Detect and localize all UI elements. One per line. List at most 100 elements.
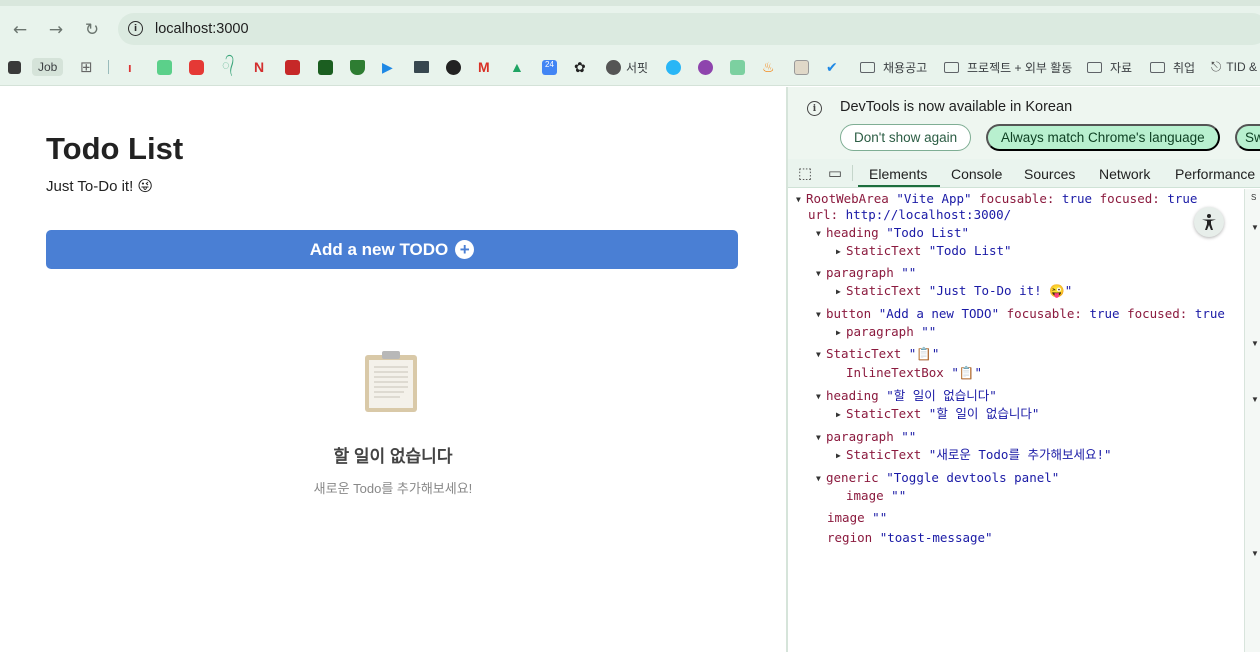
tree-node-generic[interactable]: ▼ generic "Toggle devtools panel" [816, 470, 1059, 487]
browser-chrome: ← → ↻ i localhost:3000 Job ⊞ ı ᭄ N ▶ M ▲… [0, 6, 1260, 86]
url-text[interactable]: localhost:3000 [155, 21, 249, 37]
google-drive-icon[interactable]: ▲ [510, 58, 524, 76]
fire-icon[interactable]: ♨ [762, 58, 775, 76]
dont-show-again-button[interactable]: Don't show again [840, 124, 972, 151]
node-name: "" [921, 324, 937, 339]
netflix-icon[interactable]: N [254, 58, 264, 76]
apps-grid-icon[interactable]: ⊞ [80, 58, 93, 76]
expand-triangle-icon[interactable]: ▼ [816, 389, 826, 405]
address-bar[interactable]: i localhost:3000 [118, 13, 1260, 45]
bookmark-til[interactable]: ⎋ TID & [1211, 58, 1257, 76]
bookmark-square-icon[interactable] [8, 58, 21, 76]
tab-sources[interactable]: Sources [1024, 166, 1075, 182]
add-todo-button[interactable]: Add a new TODO + [46, 230, 738, 269]
bookmark-folder-jobs[interactable]: 채용공고 [860, 58, 927, 76]
bookmark-label: 프로젝트 + 외부 활동 [967, 60, 1073, 75]
bookmark-favicon-v2[interactable] [730, 58, 745, 76]
tree-node-heading[interactable]: ▼ heading "할 일이 없습니다" [816, 388, 997, 405]
expand-triangle-icon[interactable]: ▼ [816, 430, 826, 446]
bookmark-folder-resources[interactable]: 자료 [1087, 58, 1132, 76]
bookmark-favicon-page[interactable] [794, 58, 809, 76]
bookmark-job[interactable]: Job [32, 58, 64, 76]
bookmark-favicon-play[interactable]: ▶ [382, 58, 393, 76]
youtube-icon[interactable] [189, 58, 204, 76]
bookmark-surfit[interactable]: 서핏 [606, 58, 648, 76]
tab-elements[interactable]: Elements [869, 166, 927, 182]
collapse-triangle-icon[interactable]: ▶ [836, 325, 846, 341]
node-role: StaticText [826, 346, 902, 361]
sidebar-marker: S [1251, 193, 1257, 202]
tree-node-static-text[interactable]: ▶ StaticText "Todo List" [836, 243, 1012, 260]
bookmark-favicon-u[interactable] [698, 58, 713, 76]
node-attr: focusable: [1006, 306, 1082, 321]
node-name: "새로운 Todo를 추가해보세요!" [928, 447, 1112, 462]
bookmark-favicon-z[interactable] [318, 58, 333, 76]
back-arrow-icon[interactable]: ← [8, 18, 32, 42]
expand-triangle-icon[interactable]: ▼ [816, 226, 826, 242]
bookmark-favicon-swirl[interactable]: ᭄ [222, 57, 234, 76]
bookmark-favicon-v[interactable] [285, 58, 300, 76]
check-icon[interactable]: ✔ [826, 58, 838, 76]
openai-icon[interactable]: ✿ [574, 58, 586, 76]
match-language-button[interactable]: Always match Chrome's language [986, 124, 1220, 151]
forward-arrow-icon[interactable]: → [44, 18, 68, 42]
node-role: image [846, 488, 884, 503]
bookmark-favicon-1[interactable]: ı [128, 58, 132, 76]
bookmark-favicon-dark[interactable] [414, 58, 429, 76]
styles-sidebar-edge[interactable]: S ▼ ▼ ▼ ▼ [1244, 189, 1260, 652]
tree-node-inline-text-box[interactable]: InlineTextBox "📋" [846, 365, 982, 381]
node-name: "Just To-Do it! 😜" [928, 283, 1073, 298]
tree-node-image[interactable]: image "" [846, 488, 906, 504]
bookmark-label: 서핏 [626, 60, 649, 75]
active-tab-indicator [858, 185, 940, 187]
expand-triangle-icon[interactable]: ▼ [816, 307, 826, 323]
tree-node-region[interactable]: region "toast-message" [827, 530, 993, 546]
reload-icon[interactable]: ↻ [80, 18, 104, 42]
tab-console[interactable]: Console [951, 166, 1002, 182]
chevron-down-icon[interactable]: ▼ [1251, 395, 1259, 404]
chevron-down-icon[interactable]: ▼ [1251, 339, 1259, 348]
chevron-down-icon[interactable]: ▼ [1251, 549, 1259, 558]
tree-node-static-text[interactable]: ▶ StaticText "Just To-Do it! 😜" [836, 283, 1072, 300]
bookmark-favicon-g[interactable] [666, 58, 681, 76]
github-icon[interactable] [446, 58, 461, 76]
bookmark-favicon-shield[interactable] [350, 58, 365, 76]
expand-triangle-icon[interactable]: ▼ [816, 347, 826, 363]
tab-performance[interactable]: Performance [1175, 166, 1255, 182]
expand-triangle-icon[interactable]: ▼ [816, 471, 826, 487]
tab-network[interactable]: Network [1099, 166, 1150, 182]
tree-node-root[interactable]: ▼ RootWebArea "Vite App" focusable: true … [796, 191, 1197, 208]
device-toolbar-icon[interactable]: ▭ [826, 164, 844, 182]
node-role: generic [826, 470, 879, 485]
switch-language-button[interactable]: Sw [1235, 124, 1260, 151]
node-role: StaticText [846, 447, 922, 462]
plus-circle-icon: + [455, 240, 475, 259]
tree-node-static-text[interactable]: ▶ StaticText "새로운 Todo를 추가해보세요!" [836, 447, 1112, 464]
node-role: paragraph [846, 324, 914, 339]
tree-node-paragraph[interactable]: ▼ paragraph "" [816, 429, 916, 446]
node-attr: focused: [1127, 306, 1188, 321]
gmail-icon[interactable]: M [478, 58, 490, 76]
inspect-element-icon[interactable]: ⬚ [796, 164, 814, 182]
bookmark-label: 자료 [1110, 60, 1133, 75]
tree-node-image[interactable]: image "" [827, 510, 887, 526]
tree-node-paragraph[interactable]: ▼ paragraph "" [816, 265, 916, 282]
collapse-triangle-icon[interactable]: ▶ [836, 244, 846, 260]
collapse-triangle-icon[interactable]: ▶ [836, 407, 846, 423]
expand-triangle-icon[interactable]: ▼ [816, 266, 826, 282]
bookmark-folder-projects[interactable]: 프로젝트 + 외부 활동 [944, 58, 1072, 76]
bookmark-favicon-n[interactable] [157, 58, 172, 76]
bookmark-folder-employment[interactable]: 취업 [1150, 58, 1195, 76]
tree-node-static-text[interactable]: ▶ StaticText "할 일이 없습니다" [836, 406, 1039, 423]
chevron-down-icon[interactable]: ▼ [1251, 223, 1259, 232]
tree-node-heading[interactable]: ▼ heading "Todo List" [816, 225, 969, 242]
expand-triangle-icon[interactable]: ▼ [796, 192, 806, 208]
calendar-icon[interactable]: 24 [542, 58, 557, 76]
tree-node-paragraph[interactable]: ▶ paragraph "" [836, 324, 936, 341]
tree-node-static-text[interactable]: ▼ StaticText "📋" [816, 346, 939, 363]
site-info-icon[interactable]: i [128, 21, 143, 36]
collapse-triangle-icon[interactable]: ▶ [836, 284, 846, 300]
tree-node-button[interactable]: ▼ button "Add a new TODO" focusable: true… [816, 306, 1225, 323]
collapse-triangle-icon[interactable]: ▶ [836, 448, 846, 464]
accessibility-toggle-button[interactable] [1194, 207, 1224, 237]
